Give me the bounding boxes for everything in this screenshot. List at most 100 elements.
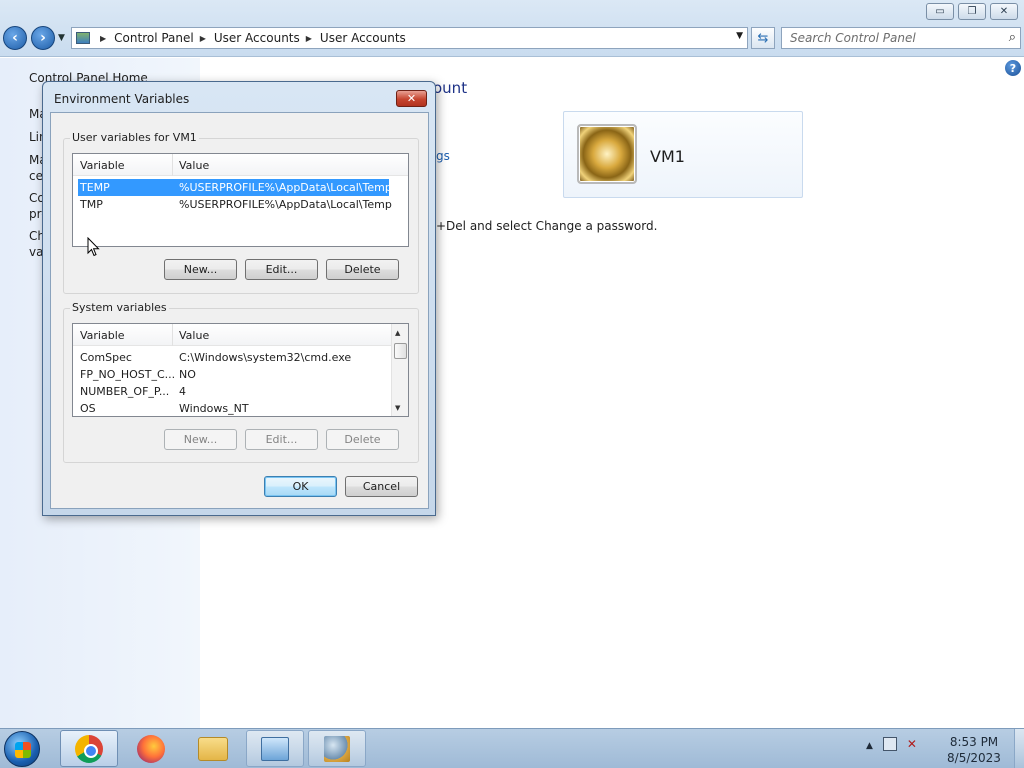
user-new-button[interactable]: New...: [164, 259, 237, 280]
cancel-button[interactable]: Cancel: [345, 476, 418, 497]
windows-logo-icon: [15, 742, 31, 758]
breadcrumb-separator-icon[interactable]: ▶: [100, 34, 106, 43]
system-delete-button[interactable]: Delete: [326, 429, 399, 450]
taskbar-user-accounts[interactable]: [308, 730, 366, 767]
variable-value: NO: [179, 368, 196, 381]
scroll-up-icon[interactable]: ▲: [395, 329, 400, 337]
control-panel-icon: [72, 28, 94, 48]
variable-value: %USERPROFILE%\AppData\Local\Temp: [179, 198, 392, 211]
taskbar-control-panel[interactable]: [246, 730, 304, 767]
user-variables-group: User variables for VM1 Variable Value TE…: [63, 131, 419, 294]
start-button[interactable]: [4, 731, 40, 767]
table-row[interactable]: OS Windows_NT: [78, 400, 389, 416]
help-icon[interactable]: ?: [1005, 60, 1021, 76]
variable-value: C:\Windows\system32\cmd.exe: [179, 351, 352, 364]
scroll-down-icon[interactable]: ▼: [395, 404, 400, 412]
refresh-icon: ⇆: [757, 30, 769, 46]
password-info-text: +Del and select Change a password.: [436, 219, 658, 233]
system-edit-button[interactable]: Edit...: [245, 429, 318, 450]
system-new-button[interactable]: New...: [164, 429, 237, 450]
column-header-variable[interactable]: Variable: [80, 159, 125, 172]
breadcrumb-control-panel[interactable]: Control Panel: [114, 31, 194, 45]
taskbar: ▲ ✕ 8:53 PM 8/5/2023: [0, 728, 1024, 768]
column-header-value[interactable]: Value: [179, 329, 209, 342]
user-delete-button[interactable]: Delete: [326, 259, 399, 280]
refresh-button[interactable]: ⇆: [751, 27, 775, 49]
table-row[interactable]: NUMBER_OF_P... 4: [78, 383, 389, 400]
variable-name: FP_NO_HOST_C...: [80, 368, 176, 381]
dialog-close-button[interactable]: ✕: [396, 90, 427, 107]
taskbar-firefox[interactable]: [122, 730, 180, 767]
clock[interactable]: 8:53 PM 8/5/2023: [944, 734, 1004, 766]
user-variables-list[interactable]: Variable Value TEMP %USERPROFILE%\AppDat…: [72, 153, 409, 247]
window-close-button[interactable]: ✕: [990, 3, 1018, 20]
address-bar[interactable]: ▶ Control Panel ▶ User Accounts ▶ User A…: [71, 27, 748, 49]
variable-name: ComSpec: [80, 351, 132, 364]
system-variables-list[interactable]: Variable Value ComSpec C:\Windows\system…: [72, 323, 409, 417]
column-divider[interactable]: [172, 324, 173, 346]
user-avatar: [577, 124, 637, 184]
network-icon[interactable]: [882, 737, 897, 751]
show-hidden-icons-button[interactable]: ▲: [866, 741, 873, 751]
environment-variables-dialog: Environment Variables ✕ User variables f…: [42, 81, 436, 516]
user-name: VM1: [650, 147, 685, 166]
system-variables-group: System variables Variable Value ComSpec …: [63, 301, 419, 463]
clock-date: 8/5/2023: [947, 751, 1001, 765]
page-title: ount: [433, 79, 468, 97]
list-header: Variable Value: [73, 154, 408, 176]
show-desktop-button[interactable]: [1014, 729, 1024, 768]
variable-name: TEMP: [80, 181, 110, 194]
control-panel-icon: [261, 736, 289, 761]
breadcrumb-user-accounts-current[interactable]: User Accounts: [320, 31, 406, 45]
list-header: Variable Value: [73, 324, 408, 346]
explorer-toolbar: ▭ ❐ ✕ ‹ › ▼ ▶ Control Panel ▶ User Accou…: [0, 0, 1024, 57]
breadcrumb-separator-icon[interactable]: ▶: [306, 34, 312, 43]
dialog-body: User variables for VM1 Variable Value TE…: [50, 112, 429, 509]
search-input[interactable]: Search Control Panel ⌕: [781, 27, 1021, 49]
variable-name: NUMBER_OF_P...: [80, 385, 170, 398]
user-accounts-icon: [324, 735, 350, 762]
chrome-icon: [75, 734, 103, 763]
table-row[interactable]: FP_NO_HOST_C... NO: [78, 366, 389, 383]
table-row[interactable]: ComSpec C:\Windows\system32\cmd.exe: [78, 349, 389, 366]
search-placeholder: Search Control Panel: [790, 31, 916, 45]
variable-value: 4: [179, 385, 186, 398]
dialog-title: Environment Variables: [54, 92, 190, 106]
table-row[interactable]: TEMP %USERPROFILE%\AppData\Local\Temp: [78, 179, 392, 196]
variable-name: TMP: [80, 198, 103, 211]
address-dropdown-icon[interactable]: ▼: [736, 31, 743, 41]
table-row[interactable]: TMP %USERPROFILE%\AppData\Local\Temp: [78, 196, 392, 213]
vertical-scrollbar[interactable]: ▲ ▼: [391, 324, 408, 416]
forward-button[interactable]: ›: [31, 26, 55, 50]
ok-button[interactable]: OK: [264, 476, 337, 497]
scroll-thumb[interactable]: [394, 343, 407, 359]
search-icon[interactable]: ⌕: [1009, 30, 1016, 45]
volume-muted-icon[interactable]: ✕: [907, 737, 921, 751]
maximize-button[interactable]: ❐: [958, 3, 986, 20]
breadcrumb-user-accounts[interactable]: User Accounts: [214, 31, 300, 45]
clock-time: 8:53 PM: [949, 735, 999, 749]
variable-value: %USERPROFILE%\AppData\Local\Temp: [179, 181, 392, 194]
variable-value: Windows_NT: [179, 402, 249, 415]
settings-link[interactable]: gs: [436, 149, 450, 163]
minimize-button[interactable]: ▭: [926, 3, 954, 20]
folder-icon: [198, 736, 228, 761]
system-tray: ▲ ✕: [866, 737, 921, 751]
recent-pages-dropdown[interactable]: ▼: [58, 33, 65, 43]
column-header-value[interactable]: Value: [179, 159, 209, 172]
column-header-variable[interactable]: Variable: [80, 329, 125, 342]
variable-name: OS: [80, 402, 96, 415]
arrow-right-icon: ›: [40, 30, 46, 46]
system-variables-label: System variables: [70, 301, 169, 314]
firefox-icon: [137, 734, 165, 763]
breadcrumb-separator-icon[interactable]: ▶: [200, 34, 206, 43]
taskbar-windows-explorer[interactable]: [184, 730, 242, 767]
taskbar-chrome[interactable]: [60, 730, 118, 767]
user-account-card: VM1: [563, 111, 803, 198]
back-button[interactable]: ‹: [3, 26, 27, 50]
user-edit-button[interactable]: Edit...: [245, 259, 318, 280]
column-divider[interactable]: [172, 154, 173, 176]
arrow-left-icon: ‹: [12, 30, 18, 46]
user-variables-label: User variables for VM1: [70, 131, 199, 144]
left-task-link[interactable]: ce: [29, 169, 43, 183]
